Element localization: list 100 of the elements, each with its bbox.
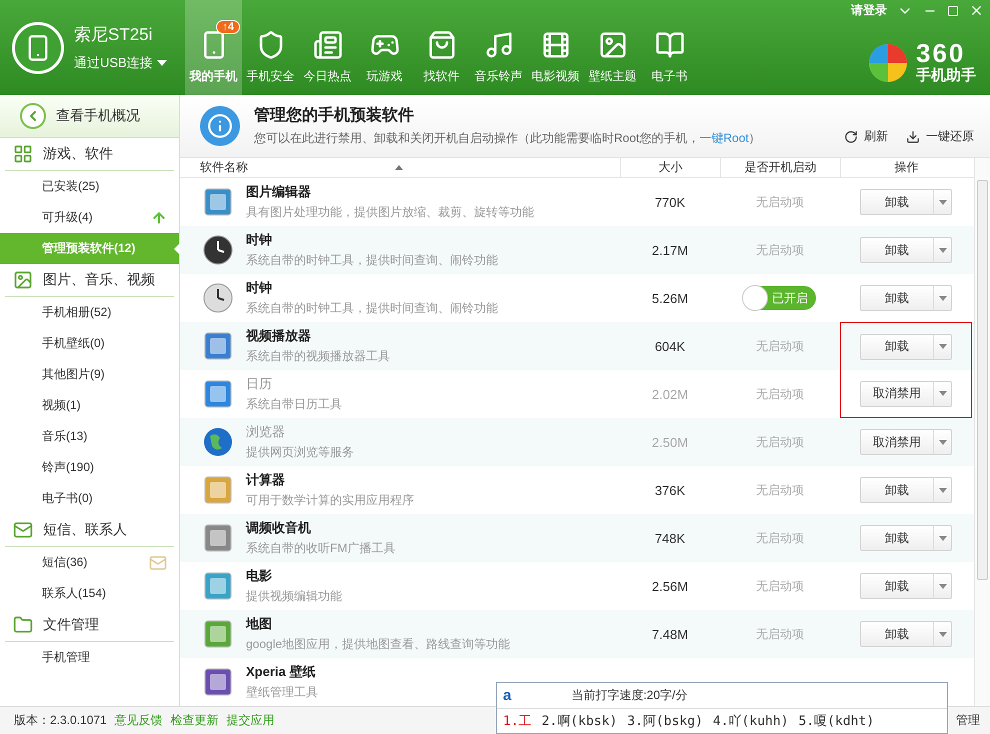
- app-name: 电影: [246, 567, 273, 585]
- caret-icon: [938, 440, 946, 444]
- startup-status: 无启动项: [756, 434, 804, 450]
- startup-status: 无启动项: [756, 242, 804, 258]
- caret-icon: [938, 344, 946, 349]
- app-icon: [202, 234, 234, 266]
- app-icon: [202, 426, 234, 458]
- ime-candidate[interactable]: 4.吖(kuhh): [712, 712, 789, 730]
- startup-status: 无启动项: [756, 194, 804, 210]
- app-description: 具有图片处理功能，提供图片放缩、裁剪、旋转等功能: [246, 204, 534, 221]
- app-size: 2.56M: [652, 578, 688, 594]
- action-button[interactable]: 卸载: [860, 477, 952, 503]
- action-button[interactable]: 卸载: [860, 573, 952, 599]
- header-action[interactable]: 一键还原: [906, 128, 974, 145]
- nav-tab[interactable]: 壁纸主题: [584, 0, 641, 95]
- caret-icon: [938, 584, 946, 588]
- close-icon[interactable]: [969, 3, 984, 18]
- manager-button[interactable]: 管理: [956, 712, 980, 729]
- app-description: 可用于数学计算的实用应用程序: [246, 492, 414, 509]
- nav-tab[interactable]: 玩游戏: [356, 0, 413, 95]
- app-description: 系统自带的时钟工具，提供时间查询、闹铃功能: [246, 252, 498, 269]
- nav-tab[interactable]: 电子书: [641, 0, 698, 95]
- action-button[interactable]: 卸载: [860, 525, 952, 551]
- sidebar-item[interactable]: 视频(1): [0, 390, 179, 421]
- sidebar-item[interactable]: 其他图片(9): [0, 359, 179, 390]
- maximize-icon[interactable]: [947, 4, 959, 16]
- nav-tab[interactable]: 手机安全: [242, 0, 299, 95]
- caret-icon: [938, 296, 946, 300]
- ime-candidate[interactable]: 2.啊(kbsk): [542, 712, 618, 730]
- ime-candidate[interactable]: 3.阿(bskg): [627, 712, 703, 730]
- app-description: 系统自带的时钟工具，提供时间查询、闹铃功能: [246, 300, 498, 317]
- bag-icon: [426, 30, 456, 60]
- app-name: 地图: [246, 615, 273, 633]
- app-description: 系统自带的收听FM广播工具: [246, 540, 396, 557]
- app-icon: [202, 618, 234, 650]
- overview-button[interactable]: 查看手机概况: [0, 95, 179, 138]
- grid-icon: [13, 144, 33, 164]
- sidebar-item[interactable]: 铃声(190): [0, 452, 179, 483]
- header-action[interactable]: 刷新: [844, 128, 888, 145]
- action-button[interactable]: 卸载: [860, 285, 952, 311]
- app-size: 5.26M: [652, 290, 688, 306]
- folder-icon: [13, 615, 33, 635]
- nav-tab[interactable]: 音乐铃声: [470, 0, 527, 95]
- startup-status: 无启动项: [756, 578, 804, 594]
- app-icon: [202, 378, 234, 410]
- update-count: ↑4: [216, 20, 240, 34]
- caret-icon: [938, 536, 946, 540]
- logo-number: 360: [916, 40, 966, 66]
- app-description: 提供视频编辑功能: [246, 588, 342, 605]
- image-icon: [13, 270, 33, 290]
- typed-text: a: [503, 687, 512, 704]
- startup-status: 无启动项: [756, 482, 804, 498]
- column-header[interactable]: 大小: [658, 159, 682, 176]
- action-button[interactable]: 卸载: [860, 189, 952, 215]
- app-size: 604K: [654, 338, 686, 354]
- scrollbar[interactable]: [974, 158, 990, 706]
- info-icon: [200, 106, 240, 146]
- group-title: 短信、联系人: [43, 521, 127, 539]
- column-header[interactable]: 操作: [894, 159, 918, 176]
- app-icon: [202, 330, 234, 362]
- sidebar-item[interactable]: 手机壁纸(0): [0, 328, 179, 359]
- app-description: 系统自带的视频播放器工具: [246, 348, 390, 365]
- nav-tab[interactable]: 今日热点: [299, 0, 356, 95]
- app-icon: [202, 282, 234, 314]
- caret-icon[interactable]: [156, 60, 167, 66]
- action-button[interactable]: 卸载: [860, 621, 952, 647]
- action-button[interactable]: 卸载: [860, 334, 952, 360]
- app-name: 时钟: [246, 231, 273, 249]
- phone-icon: [12, 22, 64, 74]
- sidebar-item[interactable]: 可升级(4): [0, 202, 179, 233]
- group-title: 文件管理: [43, 616, 99, 634]
- sidebar-item[interactable]: 手机管理: [0, 642, 179, 673]
- group-title: 图片、音乐、视频: [43, 271, 155, 289]
- nav-tab[interactable]: 电影视频: [527, 0, 584, 95]
- column-header[interactable]: 是否开机启动: [744, 159, 816, 176]
- logo-subtitle: 手机助手: [916, 66, 976, 85]
- sidebar-item[interactable]: 手机相册(52): [0, 297, 179, 328]
- column-header[interactable]: 软件名称: [200, 159, 248, 176]
- app-size: 2.02M: [652, 386, 688, 402]
- sidebar-item[interactable]: 音乐(13): [0, 421, 179, 452]
- refresh-icon: [844, 130, 858, 144]
- upgrade-icon: [151, 210, 167, 226]
- caret-icon: [938, 200, 946, 204]
- nav-tab[interactable]: 找软件: [413, 0, 470, 95]
- startup-status: 无启动项: [756, 386, 804, 402]
- app-description: google地图应用，提供地图查看、路线查询等功能: [246, 636, 510, 653]
- ime-candidate[interactable]: 5.嗄(kdht): [798, 712, 874, 730]
- envelope-icon: [149, 554, 167, 572]
- sidebar-item[interactable]: 联系人(154): [0, 578, 179, 609]
- app-icon: [202, 570, 234, 602]
- app-icon: [202, 522, 234, 554]
- app-icon: [202, 186, 234, 218]
- action-button[interactable]: 卸载: [860, 237, 952, 263]
- app-size: 748K: [654, 530, 686, 546]
- app-name: 图片编辑器: [246, 183, 312, 201]
- sidebar-item[interactable]: 短信(36): [0, 547, 179, 578]
- sidebar-item[interactable]: 已安装(25): [0, 171, 179, 202]
- startup-status: 无启动项: [756, 338, 804, 354]
- ime-candidate[interactable]: 1.工: [503, 712, 532, 730]
- sidebar-item[interactable]: 电子书(0): [0, 483, 179, 514]
